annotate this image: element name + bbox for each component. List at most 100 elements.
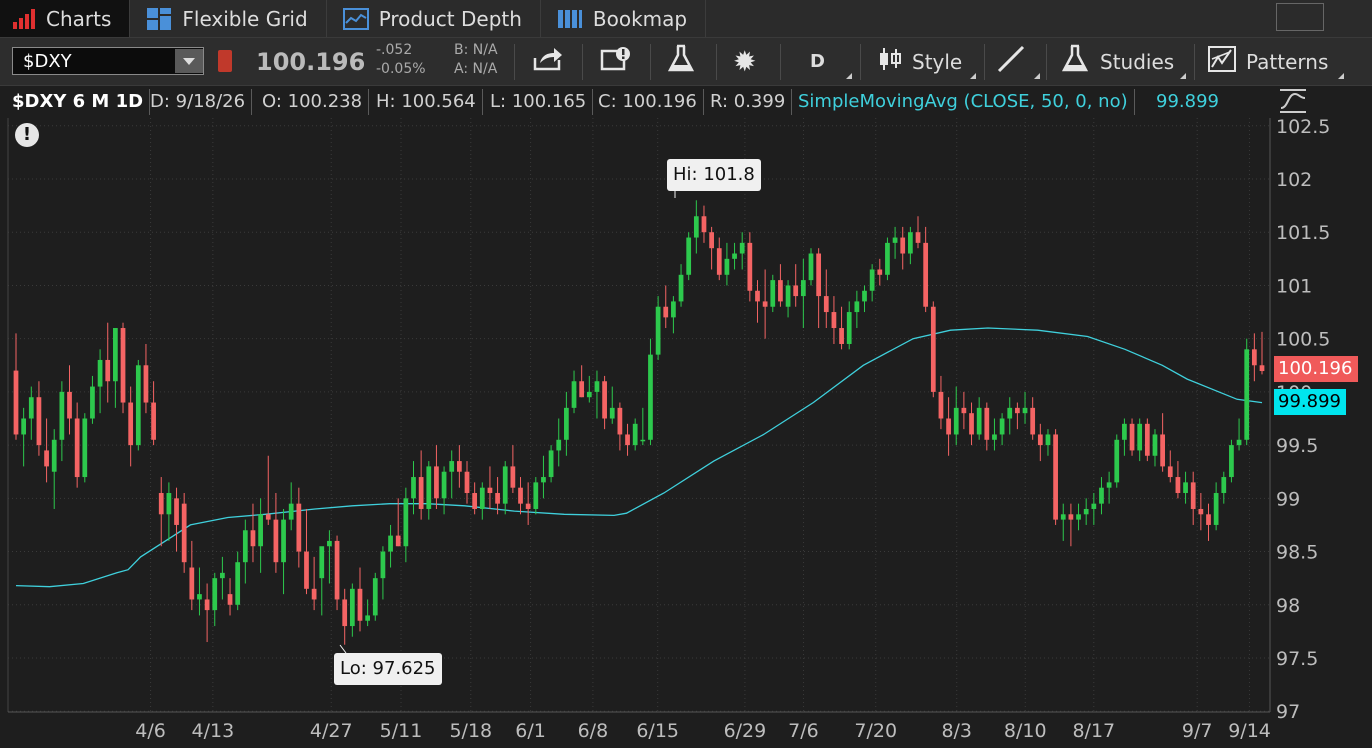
candle-body — [197, 594, 202, 600]
candle-body — [242, 530, 248, 563]
candle-body — [671, 301, 676, 318]
x-tick-label: 8/17 — [1072, 720, 1115, 742]
candle-body — [74, 418, 80, 478]
x-tick-label: 5/11 — [380, 720, 423, 742]
candle-body — [334, 540, 340, 600]
candle-body — [862, 290, 867, 302]
candle-body — [51, 439, 57, 472]
candle-body — [21, 418, 27, 435]
candle-body — [976, 407, 982, 435]
candle-body — [823, 296, 829, 313]
candle-body — [541, 477, 546, 483]
candle-body — [816, 253, 822, 297]
candle-body — [732, 253, 737, 259]
candle-body — [510, 466, 516, 488]
candle-body — [388, 535, 393, 552]
candle-body — [892, 237, 898, 243]
candle-body — [693, 216, 699, 238]
x-tick-label: 7/6 — [788, 720, 819, 742]
study-toggle-icon[interactable] — [1278, 88, 1308, 114]
candle-body — [1213, 493, 1219, 525]
candle-body — [1068, 514, 1074, 520]
candle-body — [28, 397, 34, 419]
candle-body — [946, 418, 951, 435]
y-tick-label: 98.5 — [1276, 542, 1318, 564]
y-tick-label: 99.5 — [1276, 435, 1318, 457]
candle-body — [686, 237, 692, 275]
candle-body — [655, 306, 661, 355]
candle-body — [663, 306, 669, 318]
candle-body — [357, 588, 363, 621]
candle-body — [793, 285, 799, 297]
high-callout: Hi: 101.8 — [667, 159, 761, 191]
candle-body — [250, 530, 256, 547]
candle-body — [204, 599, 210, 611]
candle-body — [839, 328, 844, 344]
candle-body — [265, 514, 271, 520]
candle-body — [67, 391, 72, 419]
candle-body — [953, 407, 959, 435]
candle-body — [1190, 482, 1196, 509]
candle-body — [403, 498, 409, 547]
candle-body — [456, 461, 462, 472]
candle-body — [464, 471, 470, 494]
x-tick-label: 5/18 — [449, 720, 492, 742]
candle-body — [1160, 434, 1165, 467]
candle-body — [227, 594, 233, 605]
candle-body — [273, 519, 279, 563]
candle-body — [533, 482, 539, 509]
x-tick-label: 6/29 — [724, 720, 767, 742]
candle-body — [59, 391, 65, 440]
candle-body — [831, 312, 837, 329]
candle-body — [602, 381, 607, 419]
candle-body — [800, 280, 806, 297]
candle-body — [854, 301, 860, 313]
candle-body — [36, 397, 42, 446]
candle-body — [885, 242, 890, 275]
y-tick-label: 102 — [1276, 169, 1312, 191]
candle-body — [1076, 514, 1081, 520]
candle-body — [434, 466, 439, 499]
candle-body — [319, 546, 325, 579]
candle-body — [372, 578, 378, 616]
candle-body — [1083, 508, 1089, 515]
candle-body — [441, 471, 447, 499]
candle-body — [113, 328, 118, 382]
low-value: L: 100.165 — [490, 89, 594, 115]
candle-body — [281, 519, 286, 563]
candle-body — [166, 493, 172, 515]
candle-body — [609, 407, 615, 419]
candle-body — [747, 242, 753, 291]
candle-body — [640, 439, 646, 442]
candle-body — [938, 391, 944, 419]
candle-body — [594, 381, 600, 392]
study-name[interactable]: SimpleMovingAvg (CLOSE, 50, 0, no) — [798, 89, 1135, 115]
candle-body — [418, 477, 424, 509]
x-tick-label: 9/14 — [1228, 720, 1271, 742]
candle-body — [739, 242, 745, 254]
candle-body — [770, 280, 776, 307]
candle-body — [961, 407, 967, 414]
y-tick-label: 97 — [1276, 701, 1300, 723]
symbol-period-label: $DXY 6 M 1D — [12, 89, 151, 115]
study-value: 99.899 — [1156, 91, 1219, 112]
candle-body — [1251, 349, 1257, 366]
candle-body — [143, 365, 149, 403]
x-tick-label: 9/7 — [1182, 720, 1213, 742]
candle-body — [1106, 482, 1112, 488]
alert-icon[interactable]: ! — [15, 123, 39, 147]
candle-body — [296, 503, 302, 552]
date-value: D: 9/18/26 — [150, 89, 253, 115]
candle-body — [349, 588, 355, 627]
candle-body — [1144, 423, 1150, 456]
candle-body — [1198, 508, 1204, 515]
x-tick-label: 4/6 — [135, 720, 166, 742]
x-tick-label: 4/27 — [310, 720, 353, 742]
candle-body — [181, 503, 187, 563]
candle-body — [525, 503, 531, 509]
candle-body — [701, 216, 707, 233]
candle-body — [678, 274, 684, 302]
x-tick-label: 6/15 — [636, 720, 679, 742]
candle-body — [13, 370, 19, 435]
candle-body — [174, 498, 179, 525]
